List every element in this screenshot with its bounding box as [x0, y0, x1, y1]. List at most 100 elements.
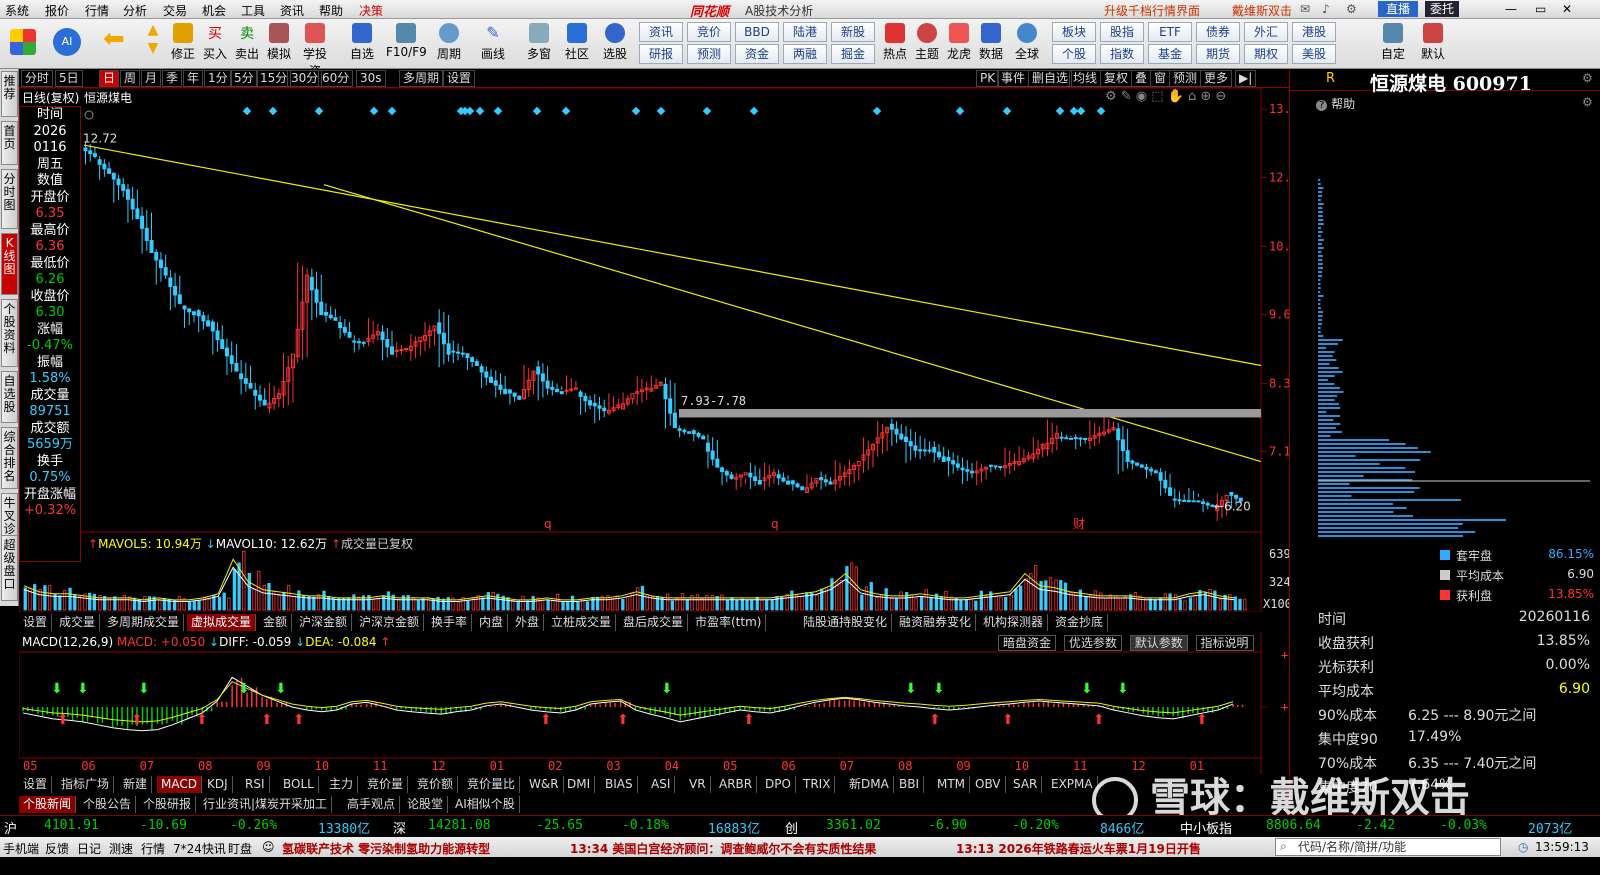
restore-icon[interactable]: ▭ — [1535, 2, 1546, 16]
idxtabs-item[interactable]: 新建 — [119, 776, 153, 793]
btn-default-params[interactable]: 默认参数 — [1129, 635, 1188, 651]
menu-opportunity[interactable]: 机会 — [202, 2, 226, 19]
sidebar-item-orderbook[interactable]: 超级盘口 — [1, 535, 18, 601]
subtabs-item[interactable]: 外盘 — [511, 614, 545, 631]
subtabs-item[interactable]: 设置 — [19, 614, 53, 631]
tool-simulate[interactable]: 模拟 — [262, 21, 296, 67]
menu-market[interactable]: 行情 — [85, 2, 109, 19]
newstabs-item[interactable]: 高手观点 — [343, 796, 401, 813]
tool-multiwindow[interactable]: 多窗 — [522, 21, 556, 67]
subtabs-item[interactable]: 融资融券变化 — [895, 614, 977, 631]
idxtabs-item[interactable]: BOLL — [279, 776, 319, 793]
btn-remove-watch[interactable]: 删自选 — [1028, 70, 1073, 87]
idxtabs-item[interactable]: SAR — [1009, 776, 1043, 793]
btn-fund-flow[interactable]: 资金 — [735, 44, 779, 64]
btn-speedtest[interactable]: 测速 — [109, 840, 133, 857]
ticker-sh-name[interactable]: 沪 — [4, 818, 17, 837]
btn-ma[interactable]: 均线 — [1069, 70, 1102, 87]
tool-data[interactable]: 数据 — [974, 21, 1008, 67]
newstabs-item[interactable]: 个股新闻 — [19, 796, 77, 813]
sidebar-item-profile[interactable]: 个股资料 — [1, 299, 18, 367]
period-month[interactable]: 月 — [141, 70, 162, 87]
idxtabs-item[interactable]: ARBR — [715, 776, 758, 793]
btn-ipo[interactable]: 新股 — [831, 22, 875, 42]
period-1min[interactable]: 1分 — [204, 70, 232, 87]
idxtabs-item[interactable]: BBI — [895, 776, 925, 793]
period-quarter[interactable]: 季 — [162, 70, 183, 87]
btn-bonds[interactable]: 债券 — [1196, 22, 1240, 42]
news-ticker-3[interactable]: 13:13 2026年铁路春运火车票1月19日开售 — [956, 840, 1201, 857]
subtabs-item[interactable]: 市盈率(ttm) — [691, 614, 767, 631]
idxtabs-item[interactable]: RSI — [241, 776, 270, 793]
period-timechart[interactable]: 分时 — [21, 70, 54, 87]
idxtabs-item[interactable]: EXPMA — [1047, 776, 1098, 793]
sidebar-item-timechart[interactable]: 分时图 — [1, 169, 18, 229]
period-30s[interactable]: 30s — [356, 70, 386, 87]
tool-f10[interactable]: F10/F9 — [386, 21, 427, 67]
mail-icon[interactable]: ✉ — [1300, 2, 1310, 16]
period-multi[interactable]: 多周期 — [399, 70, 444, 87]
idxtabs-item[interactable]: 新DMA — [845, 776, 894, 793]
menu-analysis[interactable]: 分析 — [123, 2, 147, 19]
btn-auction[interactable]: 竞价 — [687, 22, 731, 42]
btn-margin[interactable]: 两融 — [783, 44, 827, 64]
tool-buy[interactable]: 买买入 — [198, 21, 232, 67]
btn-events[interactable]: 事件 — [997, 70, 1030, 87]
btn-news[interactable]: 资讯 — [639, 22, 683, 42]
tool-watchlist[interactable]: 自选 — [345, 21, 379, 67]
close-icon[interactable]: ✕ — [1562, 2, 1572, 16]
btn-options[interactable]: 期权 — [1244, 44, 1288, 64]
ticker-cy-name[interactable]: 创 — [785, 818, 798, 837]
period-15min[interactable]: 15分 — [256, 70, 292, 87]
btn-forecast[interactable]: 预测 — [687, 44, 731, 64]
menu-news[interactable]: 资讯 — [280, 2, 304, 19]
btn-forex[interactable]: 外汇 — [1244, 22, 1288, 42]
idxtabs-item[interactable]: 设置 — [19, 776, 53, 793]
subtabs-item[interactable]: 金额 — [259, 614, 293, 631]
subtabs-item[interactable]: 陆股通持股变化 — [799, 614, 893, 631]
idxtabs-item[interactable]: OBV — [971, 776, 1006, 793]
period-year[interactable]: 年 — [183, 70, 204, 87]
btn-window[interactable]: 窗 — [1150, 70, 1171, 87]
subtabs-item[interactable]: 多周期成交量 — [103, 614, 185, 631]
period-30min[interactable]: 30分 — [287, 70, 323, 87]
menu-help[interactable]: 帮助 — [319, 2, 343, 19]
btn-dig[interactable]: 掘金 — [831, 44, 875, 64]
chart-area[interactable]: 13.24 12.03 10.81 9.60 8.38 7.18 7.93-7.78 12.7… — [19, 88, 1289, 778]
newstabs-item[interactable]: AI相似个股 — [451, 796, 520, 813]
up-down-icon[interactable]: ▲ ▼ — [136, 21, 170, 67]
tool-sell[interactable]: 卖卖出 — [230, 21, 264, 67]
chart-settings-icon[interactable]: ⚙ ✎ ◉ ⬚ ✋ ⌂ ⊕ ⊖ — [1105, 89, 1226, 104]
sidebar-item-ranking[interactable]: 综合排名 — [1, 427, 18, 489]
tool-adjust[interactable]: 修正 — [166, 21, 200, 67]
idxtabs-item[interactable]: BIAS — [601, 776, 638, 793]
app-home-icon[interactable] — [6, 21, 40, 67]
idxtabs-item[interactable]: 主力 — [325, 776, 359, 793]
subtabs-item[interactable]: 立桩成交量 — [547, 614, 617, 631]
btn-diary[interactable]: 日记 — [77, 840, 101, 857]
period-settings[interactable]: 设置 — [443, 70, 476, 87]
tool-theme[interactable]: 主题 — [910, 21, 944, 67]
bell-icon[interactable]: ♪ — [1322, 2, 1330, 16]
btn-us-stocks[interactable]: 美股 — [1292, 44, 1336, 64]
sidebar-item-home[interactable]: 首页 — [1, 121, 18, 165]
subtabs-item[interactable]: 虚拟成交量 — [187, 614, 257, 631]
back-arrow-icon[interactable]: ⬅ — [96, 21, 130, 67]
idxtabs-item[interactable]: 竞价额 — [413, 776, 459, 793]
btn-fund[interactable]: 基金 — [1148, 44, 1192, 64]
menu-decision[interactable]: 决策 — [359, 2, 383, 19]
idxtabs-item[interactable]: MACD — [157, 776, 202, 793]
help-label[interactable]: ? 帮助 — [1316, 95, 1355, 112]
tool-custom[interactable]: 自定 — [1376, 21, 1410, 67]
ai-icon[interactable]: AI — [50, 21, 84, 67]
user-name[interactable]: 戴维斯双击 — [1232, 2, 1292, 19]
upgrade-link[interactable]: 升级千档行情界面 — [1104, 2, 1200, 19]
newstabs-item[interactable]: 行业资讯|煤炭开采加工 — [199, 796, 333, 813]
subtabs-item[interactable]: 成交量 — [55, 614, 101, 631]
news-ticker-2[interactable]: 13:34 美国白宫经济顾问：调查鲍威尔不会有实质性结果 — [570, 840, 876, 857]
btn-predict[interactable]: 预测 — [1169, 70, 1202, 87]
idxtabs-item[interactable]: VR — [685, 776, 711, 793]
sidebar-item-watchlist[interactable]: 自选股 — [1, 371, 18, 423]
idxtabs-item[interactable]: TRIX — [799, 776, 836, 793]
btn-sector[interactable]: 板块 — [1052, 22, 1096, 42]
